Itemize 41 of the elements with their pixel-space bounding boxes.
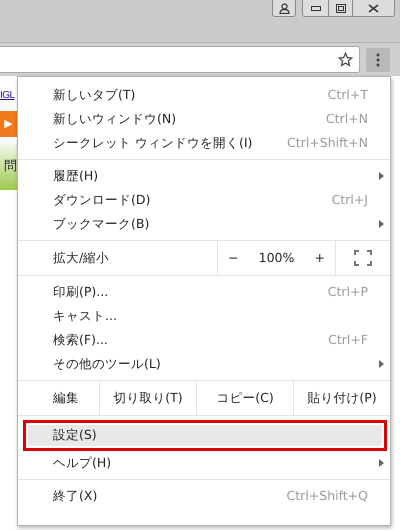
banner-text: 問 [0, 144, 17, 190]
menu-label: 新しいタブ(T) [53, 86, 136, 104]
menu-label: ブックマーク(B) [53, 214, 150, 233]
edit-button[interactable]: 貼り付け(P) [293, 381, 390, 415]
shortcut-text: Ctrl+T [328, 86, 368, 104]
menu-item[interactable]: 印刷(P)... Ctrl+P [18, 280, 390, 304]
menu-item[interactable]: 履歴(H) [18, 164, 390, 188]
menu-label: ダウンロード(D) [53, 190, 150, 209]
menu-item[interactable]: 新しいタブ(T) Ctrl+T [18, 83, 390, 107]
menu-item[interactable]: ヘルプ(H) [18, 451, 390, 475]
menu-label: その他のツール(L) [53, 354, 161, 373]
shortcut-text: Ctrl+J [332, 190, 368, 209]
zoom-value: 100% [258, 248, 294, 267]
menu-label: 終了(X) [53, 486, 98, 505]
menu-label: キャスト... [53, 306, 117, 325]
menu-item[interactable]: 設定(S) [23, 420, 387, 451]
menu-label: ヘルプ(H) [53, 454, 112, 472]
menu-item[interactable]: キャスト... [18, 304, 390, 328]
menu-item[interactable]: 新しいウィンドウ(N) Ctrl+N [18, 107, 390, 131]
menu-label: 新しいウィンドウ(N) [53, 110, 176, 128]
menu-label: 検索(F)... [53, 330, 108, 349]
edit-label: 編集 [53, 388, 79, 407]
shortcut-text: Ctrl+P [328, 282, 368, 301]
zoom-label: 拡大/縮小 [53, 248, 110, 267]
menu-item[interactable]: 終了(X) Ctrl+Shift+Q [18, 484, 390, 508]
menu-item[interactable]: その他のツール(L) [18, 352, 390, 376]
menu-item[interactable]: 検索(F)... Ctrl+F [18, 328, 390, 352]
menu-item[interactable]: ダウンロード(D) Ctrl+J [18, 188, 390, 212]
menu-item[interactable]: ブックマーク(B) [18, 212, 390, 236]
shortcut-text: Ctrl+Shift+N [287, 134, 368, 152]
menu-label: シークレット ウィンドウを開く(I) [53, 134, 252, 152]
shortcut-text: Ctrl+Shift+Q [286, 486, 368, 505]
menu-label: 印刷(P)... [53, 282, 108, 301]
zoom-out-button[interactable]: − [228, 248, 239, 268]
page-link[interactable]: IGL [0, 88, 15, 103]
menu-item[interactable]: シークレット ウィンドウを開く(I) Ctrl+Shift+N [18, 131, 390, 155]
shortcut-text: Ctrl+N [326, 110, 368, 128]
zoom-in-button[interactable]: + [314, 248, 325, 268]
menu-label: 設定(S) [53, 426, 97, 444]
shortcut-text: Ctrl+F [328, 330, 368, 349]
menu-label: 履歴(H) [53, 166, 98, 185]
